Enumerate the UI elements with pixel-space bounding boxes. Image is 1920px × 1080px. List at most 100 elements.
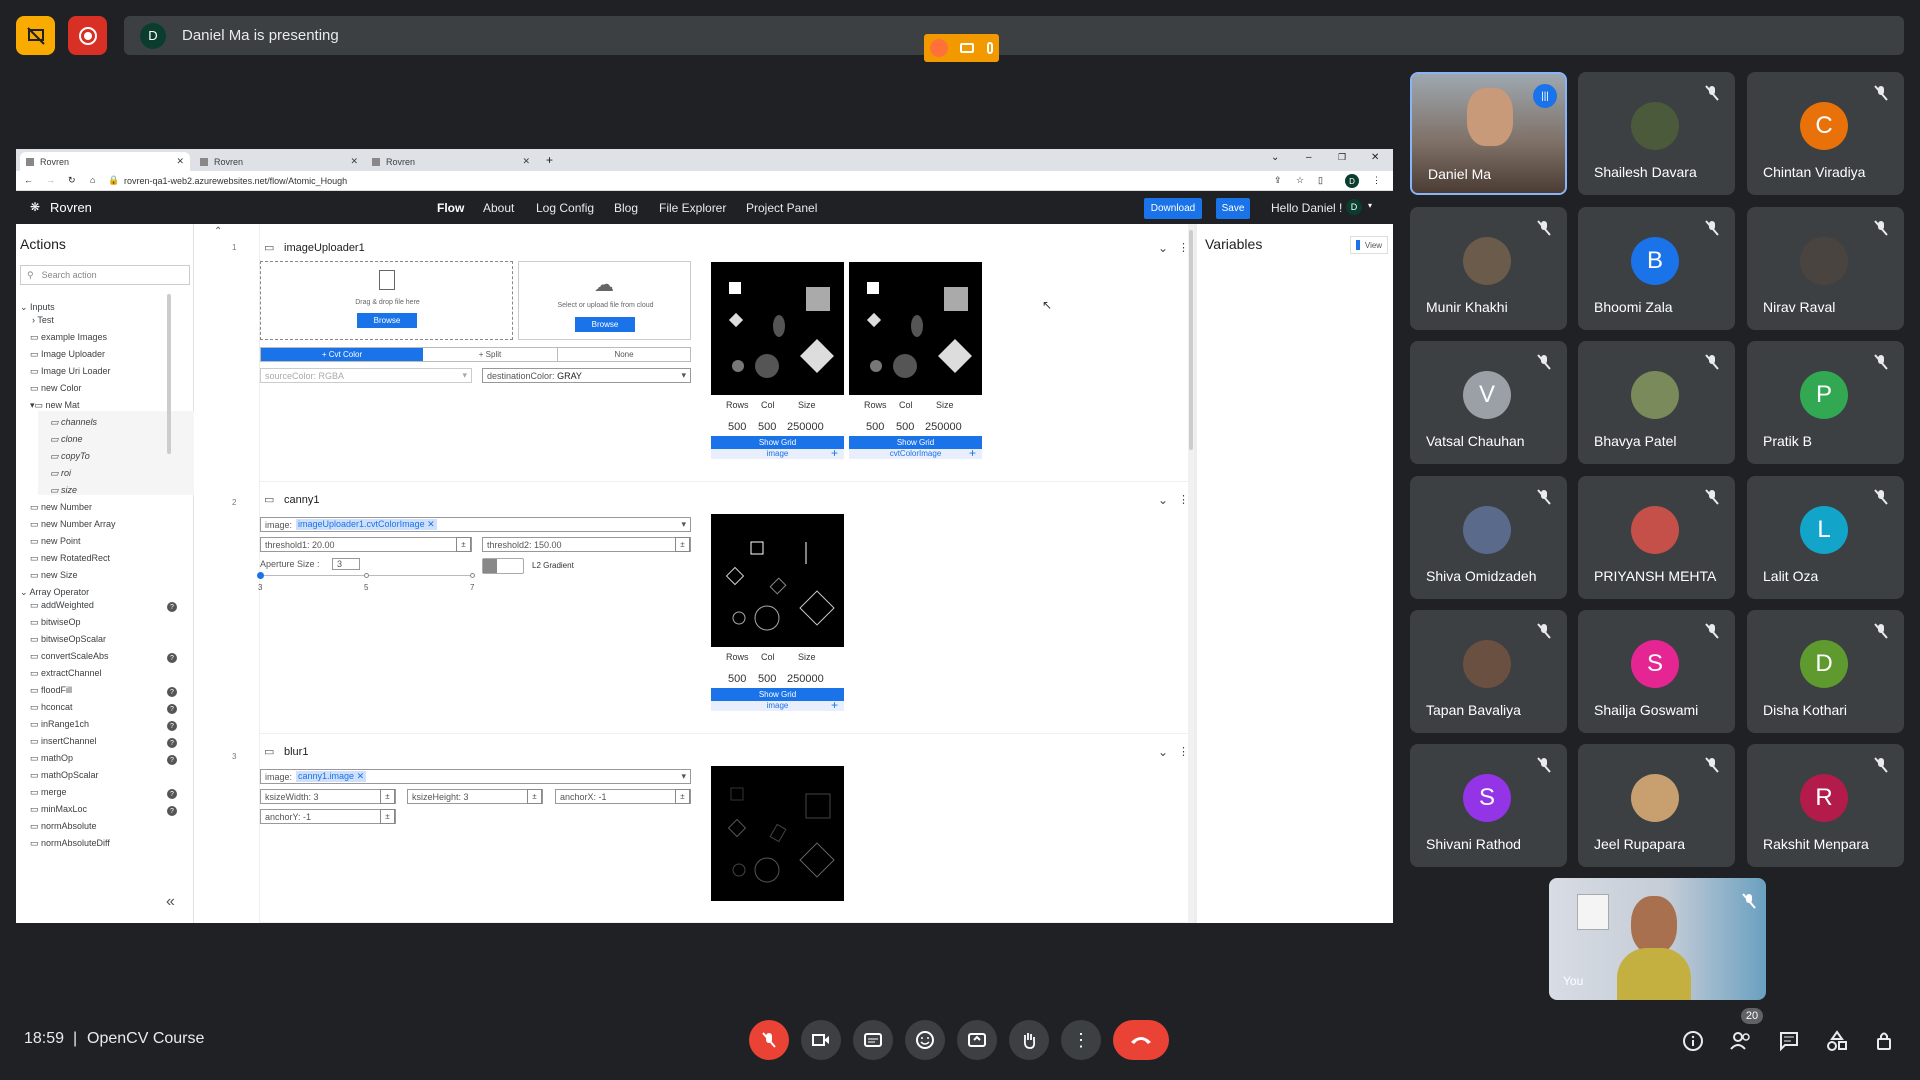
save-button[interactable]: Save [1216,198,1250,219]
nav-log-config[interactable]: Log Config [536,201,594,215]
help-badge[interactable]: ? [167,789,177,799]
cloud-upload-box[interactable]: ☁ Select or upload file from cloud Brows… [518,261,691,340]
menu-icon[interactable]: ⋮ [1372,175,1381,186]
present-button[interactable] [957,1020,997,1060]
action-item[interactable]: ▭ minMaxLoc [30,804,87,815]
destination-color-select[interactable]: destinationColor: GRAY ▾ [482,368,691,383]
mic-toggle-button[interactable] [749,1020,789,1060]
action-item[interactable]: ▭ roi [50,468,71,479]
ksize-width-field[interactable]: ksizeWidth: 3 ± [260,789,396,804]
participant-tile[interactable]: Jeel Rupapara [1578,744,1735,867]
home-icon[interactable]: ⌂ [90,175,95,185]
download-button[interactable]: Download [1144,198,1202,219]
image-chip[interactable]: imageUploader1.cvtColorImage ✕ [296,519,437,530]
action-item[interactable]: ▭ convertScaleAbs [30,651,109,662]
image-preview[interactable] [711,262,844,395]
action-item[interactable]: ▭ new Number Array [30,519,116,530]
image-preview[interactable] [849,262,982,395]
action-item[interactable]: ▭ Image Uploader [30,349,105,360]
participant-tile[interactable]: C Chintan Viradiya [1747,72,1904,195]
leave-call-button[interactable] [1113,1020,1169,1060]
browser-tab[interactable]: Rovren ✕ [20,152,190,171]
share-icon[interactable]: ⇪ [1274,175,1282,186]
output-label[interactable]: image [711,701,844,711]
stepper-icon[interactable]: ± [675,789,690,804]
close-icon[interactable]: ✕ [350,156,358,167]
browse-button[interactable]: Browse [357,313,417,328]
show-grid-button[interactable]: Show Grid [711,436,844,449]
nav-flow[interactable]: Flow [437,201,464,215]
show-grid-button[interactable]: Show Grid [711,688,844,701]
browser-tab[interactable]: Rovren ✕ [366,152,536,171]
action-item[interactable]: ▭ hconcat [30,702,73,713]
reload-icon[interactable]: ↻ [68,175,76,186]
nav-file-explorer[interactable]: File Explorer [659,201,726,215]
people-button[interactable] [1728,1028,1754,1054]
stepper-icon[interactable]: ± [527,789,542,804]
help-badge[interactable]: ? [167,602,177,612]
presentation-off-icon[interactable] [16,16,55,55]
add-output-icon[interactable]: + [969,446,976,460]
stepper-icon[interactable]: ± [380,789,395,804]
add-output-icon[interactable]: + [831,698,838,712]
participant-tile[interactable]: S Shailja Goswami [1578,610,1735,733]
stepper-icon[interactable]: ± [380,809,395,824]
anchor-y-field[interactable]: anchorY: -1 ± [260,809,396,824]
image-input-select[interactable]: image: canny1.image ✕ ▾ [260,769,691,784]
action-item[interactable]: ▭ new Number [30,502,92,513]
browser-tab[interactable]: Rovren ✕ [194,152,364,171]
star-icon[interactable]: ☆ [1296,175,1304,186]
chevron-down-icon[interactable]: ⌄ [1158,745,1168,759]
view-button[interactable]: View [1350,236,1388,254]
brand-name[interactable]: Rovren [50,200,92,215]
action-item[interactable]: ▭ bitwiseOp [30,617,81,628]
help-badge[interactable]: ? [167,721,177,731]
tab-split[interactable]: + Split [423,348,558,361]
action-item[interactable]: ▭ extractChannel [30,668,102,679]
help-badge[interactable]: ? [167,738,177,748]
camera-toggle-button[interactable] [801,1020,841,1060]
chevron-down-icon[interactable]: ⌄ [1158,493,1168,507]
action-item[interactable]: ▭ example Images [30,332,107,343]
chat-button[interactable] [1776,1028,1802,1054]
help-badge[interactable]: ? [167,755,177,765]
participant-tile[interactable]: PRIYANSH MEHTA [1578,476,1735,599]
nav-about[interactable]: About [483,201,514,215]
participant-tile[interactable]: Tapan Bavaliya [1410,610,1567,733]
anchor-x-field[interactable]: anchorX: -1 ± [555,789,691,804]
back-icon[interactable]: ← [24,175,33,185]
action-item[interactable]: ▭ new RotatedRect [30,553,110,564]
more-options-button[interactable]: ⋮ [1061,1020,1101,1060]
action-item[interactable]: ▭ insertChannel [30,736,97,747]
participant-tile[interactable]: Shailesh Davara [1578,72,1735,195]
participant-tile[interactable]: L Lalit Oza [1747,476,1904,599]
action-item[interactable]: ▭ mathOp [30,753,73,764]
restore-icon[interactable]: ❐ [1338,152,1346,163]
activities-button[interactable] [1824,1028,1850,1054]
sidepanel-icon[interactable]: ▯ [1318,175,1323,186]
sharing-indicator[interactable] [924,34,999,62]
participant-tile[interactable]: S Shivani Rathod [1410,744,1567,867]
image-input-select[interactable]: image: imageUploader1.cvtColorImage ✕ ▾ [260,517,691,532]
action-item[interactable]: ▭ merge [30,787,67,798]
aperture-value[interactable]: 3 [332,558,360,570]
action-item[interactable]: ▭ new Size [30,570,78,581]
comment-icon[interactable]: ▭ [264,241,274,254]
url-text[interactable]: rovren-qa1-web2.azurewebsites.net/flow/A… [124,176,347,186]
threshold1-field[interactable]: threshold1: 20.00 ± [260,537,472,552]
collapse-panel-icon[interactable]: « [166,893,175,911]
action-item[interactable]: ▭ normAbsolute [30,821,97,832]
close-icon[interactable]: ✕ [522,156,530,167]
action-item[interactable]: ▭ channels [50,417,97,428]
tab-none[interactable]: None [558,348,690,361]
drop-zone[interactable]: Drag & drop file here Browse [260,261,513,340]
participant-tile[interactable]: Nirav Raval [1747,207,1904,330]
image-preview[interactable] [711,514,844,647]
host-controls-button[interactable] [1872,1028,1898,1054]
action-item[interactable]: ▭ bitwiseOpScalar [30,634,106,645]
participant-tile[interactable]: P Pratik B [1747,341,1904,464]
nav-blog[interactable]: Blog [614,201,638,215]
action-item[interactable]: ▭ copyTo [50,451,90,462]
minimize-icon[interactable]: – [1306,152,1312,163]
output-label[interactable]: image [711,449,844,459]
